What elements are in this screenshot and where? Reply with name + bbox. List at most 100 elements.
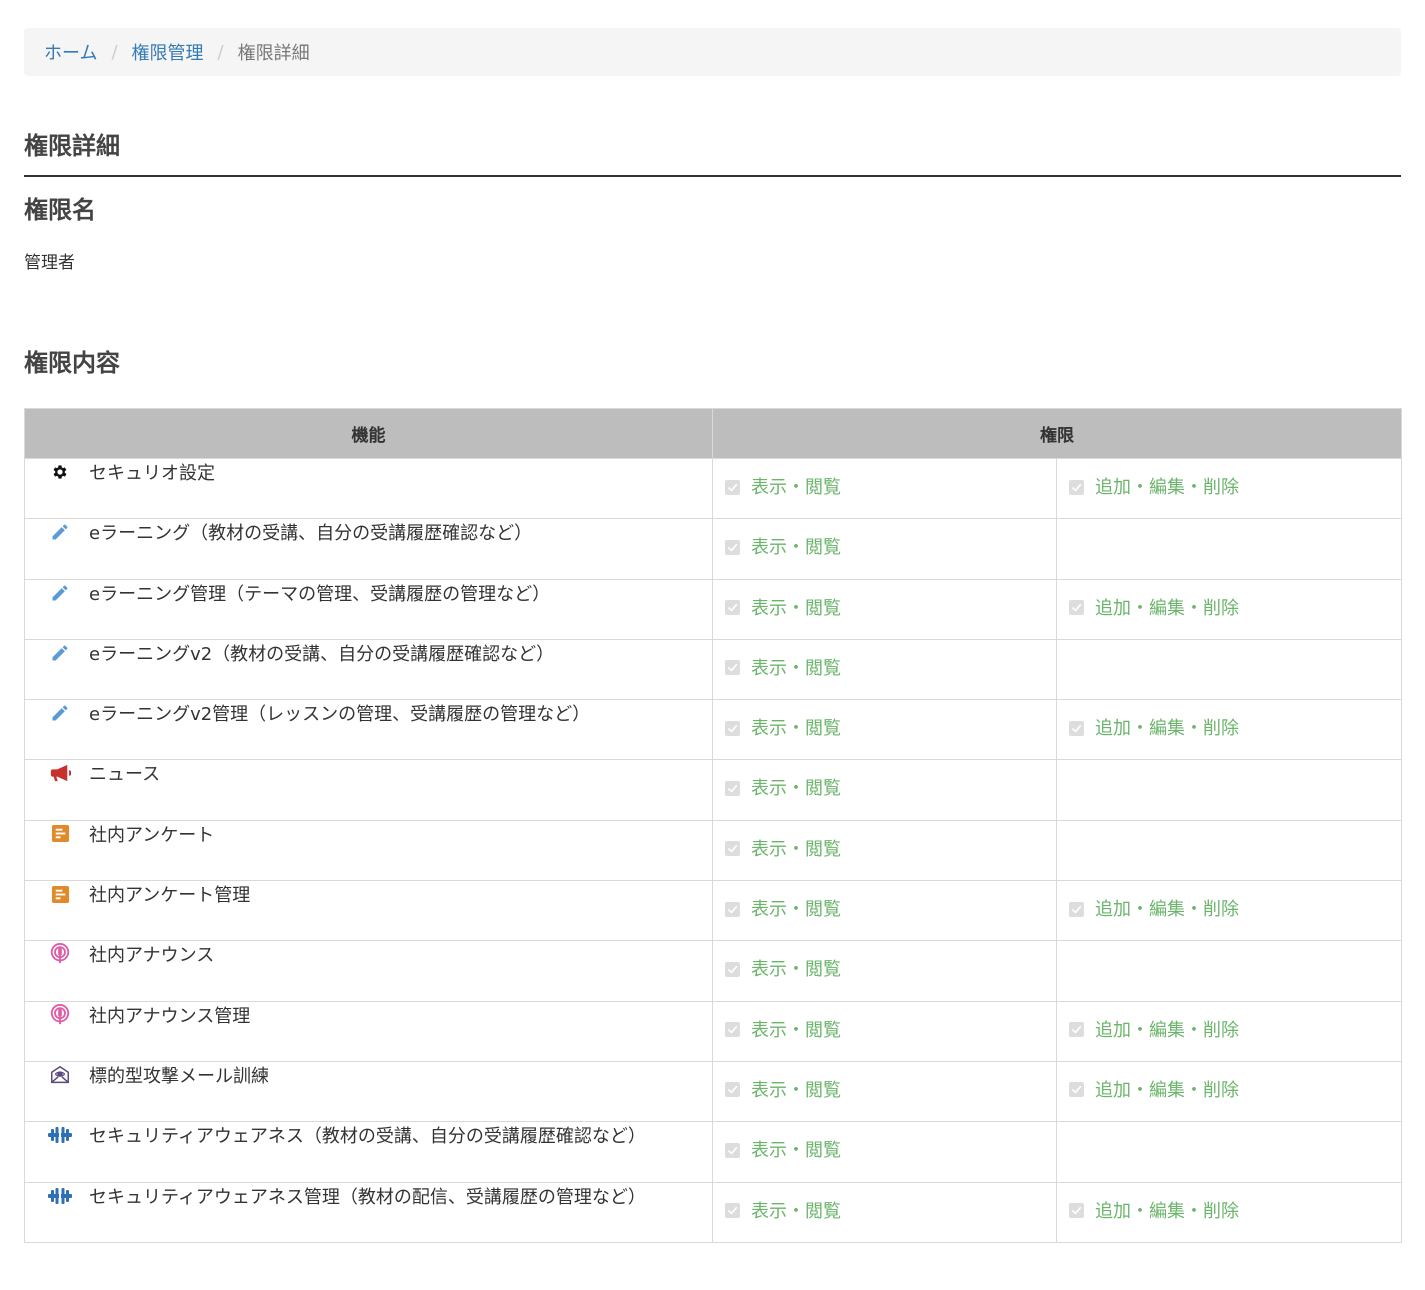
edit-permission-checkbox (1069, 600, 1084, 616)
edit-permission-cell: 追加・編集・削除 (1056, 1000, 1402, 1062)
view-permission-checkbox (725, 961, 740, 977)
edit-permission: 追加・編集・削除 (1069, 714, 1401, 740)
edit-permission: 追加・編集・削除 (1069, 895, 1401, 921)
permission-content-heading: 権限内容 (24, 349, 120, 377)
feature-cell: 標的型攻撃メール訓練 (24, 1060, 713, 1123)
view-permission-cell: 表示・閲覧 (712, 1121, 1057, 1183)
feature-cell: 社内アンケート管理 (24, 880, 713, 942)
view-permission-cell: 表示・閲覧 (712, 578, 1057, 640)
gear-icon (47, 460, 73, 484)
feature-label: 標的型攻撃メール訓練 (89, 1065, 269, 1087)
edit-permission-cell-empty (1056, 638, 1402, 701)
feature-label: eラーニング（教材の受講、自分の受講履歴確認など） (89, 523, 533, 545)
edit-permission-cell: 追加・編集・削除 (1056, 1181, 1402, 1243)
table-row: 社内アナウンス 表示・閲覧 (24, 940, 1402, 1002)
edit-permission-cell: 追加・編集・削除 (1056, 578, 1402, 640)
table-row: セキュリティアウェアネス管理（教材の配信、受講履歴の管理など） 表示・閲覧 追加… (24, 1181, 1402, 1243)
view-permission-label: 表示・閲覧 (751, 1019, 841, 1041)
pencil-icon (47, 701, 73, 725)
survey-icon (47, 882, 73, 906)
permission-column-header: 権限 (712, 408, 1402, 459)
view-permission: 表示・閲覧 (725, 1016, 1056, 1042)
feature-label: 社内アンケート (89, 824, 215, 846)
view-permission-checkbox (725, 901, 740, 917)
view-permission-cell: 表示・閲覧 (712, 759, 1057, 821)
view-permission-checkbox (725, 1022, 740, 1038)
feature-label: セキュリオ設定 (89, 463, 215, 484)
view-permission-label: 表示・閲覧 (751, 778, 841, 800)
page-title: 権限詳細 (24, 126, 1401, 177)
edit-permission-cell-empty (1056, 518, 1402, 580)
feature-column-header: 機能 (24, 408, 713, 459)
role-name-value: 管理者 (24, 253, 75, 273)
edit-permission-checkbox (1069, 720, 1084, 736)
dumbbell-icon (47, 1184, 73, 1208)
view-permission-cell: 表示・閲覧 (712, 880, 1057, 942)
feature-label: eラーニングv2（教材の受講、自分の受講履歴確認など） (89, 643, 555, 665)
edit-permission-cell-empty (1056, 759, 1402, 821)
view-permission-label: 表示・閲覧 (751, 597, 841, 619)
view-permission-checkbox (725, 1203, 740, 1219)
view-permission: 表示・閲覧 (725, 594, 1056, 620)
view-permission: 表示・閲覧 (725, 1197, 1056, 1223)
breadcrumb-home-link[interactable]: ホーム (44, 39, 97, 65)
edit-permission: 追加・編集・削除 (1069, 473, 1401, 499)
feature-cell: 社内アナウンス管理 (24, 1000, 713, 1062)
view-permission-label: 表示・閲覧 (751, 718, 841, 740)
table-row: eラーニング（教材の受講、自分の受講履歴確認など） 表示・閲覧 (24, 518, 1402, 580)
view-permission-cell: 表示・閲覧 (712, 518, 1057, 580)
feature-cell: セキュリティアウェアネス（教材の受講、自分の受講履歴確認など） (24, 1121, 713, 1183)
view-permission-cell: 表示・閲覧 (712, 1000, 1057, 1062)
view-permission: 表示・閲覧 (725, 955, 1056, 981)
view-permission-label: 表示・閲覧 (751, 477, 841, 498)
pencil-icon (47, 520, 73, 544)
feature-cell: eラーニング（教材の受講、自分の受講履歴確認など） (24, 518, 713, 580)
feature-label: 社内アンケート管理 (89, 885, 251, 907)
megaphone-icon (47, 761, 73, 785)
edit-permission-cell: 追加・編集・削除 (1056, 699, 1402, 761)
view-permission-checkbox (725, 780, 740, 796)
edit-permission-label: 追加・編集・削除 (1095, 899, 1239, 921)
view-permission-checkbox (725, 841, 740, 857)
feature-cell: 社内アンケート (24, 819, 713, 882)
feature-cell: eラーニングv2（教材の受講、自分の受講履歴確認など） (24, 638, 713, 701)
pencil-icon (47, 581, 73, 605)
phishing-mail-icon (47, 1063, 73, 1087)
view-permission-label: 表示・閲覧 (751, 838, 841, 860)
dumbbell-icon (47, 1123, 73, 1147)
view-permission-checkbox (725, 720, 740, 736)
view-permission-cell: 表示・閲覧 (712, 638, 1057, 701)
feature-cell: セキュリオ設定 (24, 457, 713, 520)
view-permission-label: 表示・閲覧 (751, 657, 841, 679)
permission-table: 機能 権限 セキュリオ設定 表示・閲覧 追加・編集・削除 eラーニング（教材の受… (24, 408, 1402, 1243)
view-permission-checkbox (725, 660, 740, 676)
table-row: セキュリオ設定 表示・閲覧 追加・編集・削除 (24, 457, 1402, 520)
view-permission-checkbox (725, 479, 740, 495)
view-permission-cell: 表示・閲覧 (712, 940, 1057, 1002)
view-permission: 表示・閲覧 (725, 895, 1056, 921)
view-permission-label: 表示・閲覧 (751, 1200, 841, 1222)
table-row: セキュリティアウェアネス（教材の受講、自分の受講履歴確認など） 表示・閲覧 (24, 1121, 1402, 1183)
breadcrumb-manage-link[interactable]: 権限管理 (132, 39, 204, 65)
edit-permission-label: 追加・編集・削除 (1095, 1019, 1239, 1041)
view-permission-checkbox (725, 600, 740, 616)
edit-permission-checkbox (1069, 1203, 1084, 1219)
edit-permission: 追加・編集・削除 (1069, 594, 1401, 620)
feature-label: eラーニングv2管理（レッスンの管理、受講履歴の管理など） (89, 704, 591, 726)
view-permission-checkbox (725, 1082, 740, 1098)
edit-permission-cell-empty (1056, 819, 1402, 882)
table-row: eラーニングv2（教材の受講、自分の受講履歴確認など） 表示・閲覧 (24, 638, 1402, 701)
feature-cell: eラーニング管理（テーマの管理、受講履歴の管理など） (24, 578, 713, 640)
table-row: 標的型攻撃メール訓練 表示・閲覧 追加・編集・削除 (24, 1060, 1402, 1123)
feature-label: 社内アナウンス (89, 945, 215, 967)
edit-permission-label: 追加・編集・削除 (1095, 718, 1239, 740)
table-row: 社内アンケート 表示・閲覧 (24, 819, 1402, 882)
edit-permission-label: 追加・編集・削除 (1095, 597, 1239, 619)
edit-permission-label: 追加・編集・削除 (1095, 477, 1239, 498)
view-permission-checkbox (725, 1142, 740, 1158)
feature-label: eラーニング管理（テーマの管理、受講履歴の管理など） (89, 583, 551, 605)
feature-cell: eラーニングv2管理（レッスンの管理、受講履歴の管理など） (24, 699, 713, 761)
edit-permission-checkbox (1069, 479, 1084, 495)
view-permission-cell: 表示・閲覧 (712, 457, 1057, 520)
view-permission: 表示・閲覧 (725, 1136, 1056, 1162)
